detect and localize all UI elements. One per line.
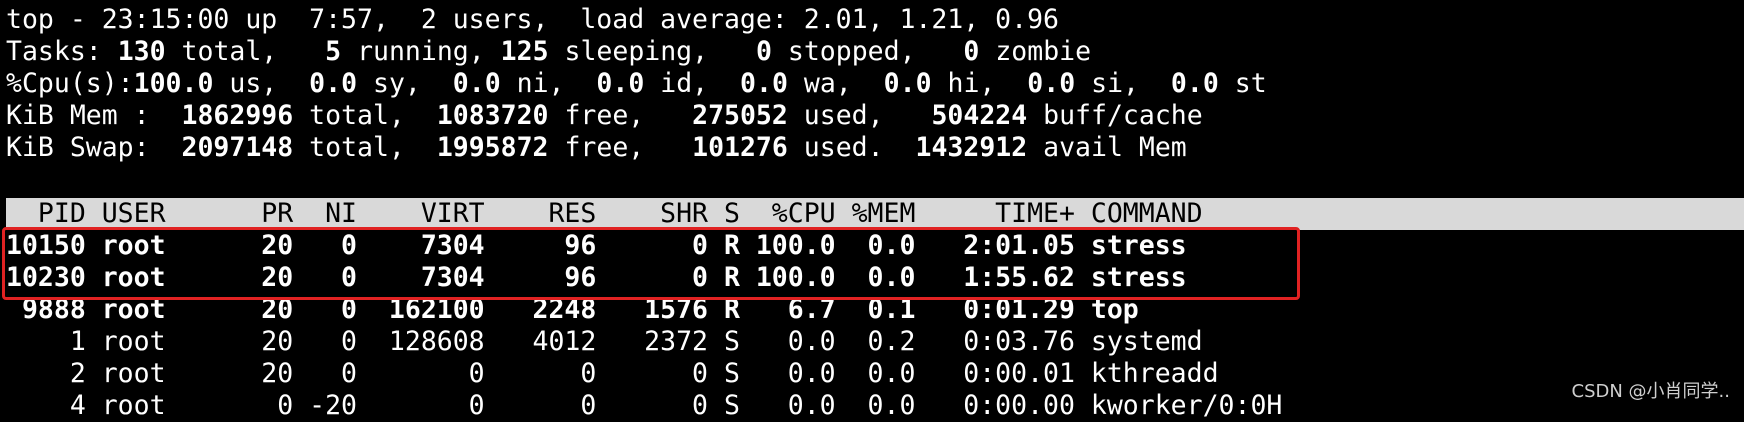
process-row[interactable]: 2 root 20 0 0 0 0 S 0.0 0.0 0:00.01 kthr… [6, 358, 1219, 390]
tasks-zombie-label: zombie [979, 36, 1092, 67]
column-headers: PID USER PR NI VIRT RES SHR S %CPU %MEM … [6, 198, 1203, 229]
swap-total: 2097148 [181, 132, 294, 163]
tasks-sleeping: 125 [500, 36, 549, 67]
mem-free: 1083720 [436, 100, 549, 131]
cpu-si-label: si, [1075, 68, 1139, 99]
tasks-zombie: 0 [963, 36, 980, 67]
mem-buff: 504224 [931, 100, 1028, 131]
tasks-total: 130 [117, 36, 166, 67]
mem-label: KiB Mem : [6, 100, 150, 131]
cpu-hi-label: hi, [931, 68, 996, 99]
cpu-ni-label: ni, [500, 68, 565, 99]
tasks-sleeping-label: sleeping, [548, 36, 709, 67]
cpu-sy: 0.0 [309, 68, 358, 99]
mem-total-label: total, [293, 100, 405, 131]
mem-used-label: used, [787, 100, 884, 131]
process-row[interactable]: 4 root 0 -20 0 0 0 S 0.0 0.0 0:00.00 kwo… [6, 390, 1283, 422]
tasks-running: 5 [325, 36, 342, 67]
swap-avail-label: avail Mem [1027, 132, 1187, 163]
tasks-stopped: 0 [755, 36, 772, 67]
swap-line: KiB Swap: 2097148 total, 1995872 free, 1… [6, 132, 1187, 164]
cpu-us: 100.0 [133, 68, 214, 99]
mem-line: KiB Mem : 1862996 total, 1083720 free, 2… [6, 100, 1203, 132]
cpu-id-label: id, [644, 68, 709, 99]
terminal-window[interactable]: top - 23:15:00 up 7:57, 2 users, load av… [0, 0, 1744, 421]
uptime-line: top - 23:15:00 up 7:57, 2 users, load av… [6, 4, 1059, 35]
swap-used-label: used. [787, 132, 884, 163]
cpu-wa: 0.0 [740, 68, 788, 99]
swap-total-label: total, [293, 132, 405, 163]
mem-buff-label: buff/cache [1027, 100, 1203, 131]
cpu-st: 0.0 [1170, 68, 1219, 99]
process-row[interactable]: 1 root 20 0 128608 4012 2372 S 0.0 0.2 0… [6, 326, 1203, 358]
swap-avail: 1432912 [915, 132, 1028, 163]
highlight-box [2, 227, 1300, 300]
cpu-line: %Cpu(s):100.0 us, 0.0 sy, 0.0 ni, 0.0 id… [6, 68, 1267, 100]
swap-free: 1995872 [436, 132, 549, 163]
cpu-label: %Cpu(s): [6, 68, 134, 99]
tasks-stopped-label: stopped, [771, 36, 916, 67]
mem-total: 1862996 [181, 100, 294, 131]
swap-used: 101276 [692, 132, 788, 163]
cpu-wa-label: wa, [787, 68, 852, 99]
cpu-sy-label: sy, [357, 68, 421, 99]
cpu-us-label: us, [213, 68, 278, 99]
tasks-line: Tasks: 130 total, 5 running, 125 sleepin… [6, 36, 1091, 68]
cpu-hi: 0.0 [883, 68, 932, 99]
swap-free-label: free, [548, 132, 645, 163]
tasks-running-label: running, [341, 36, 485, 67]
cpu-st-label: st [1218, 68, 1267, 99]
cpu-si: 0.0 [1027, 68, 1076, 99]
cpu-ni: 0.0 [452, 68, 501, 99]
mem-free-label: free, [548, 100, 645, 131]
mem-used: 275052 [692, 100, 788, 131]
cpu-id: 0.0 [596, 68, 645, 99]
tasks-label: Tasks: [6, 36, 102, 67]
watermark: CSDN @小肖同学.. [1571, 381, 1730, 402]
swap-label: KiB Swap: [6, 132, 150, 163]
tasks-total-label: total, [165, 36, 278, 67]
